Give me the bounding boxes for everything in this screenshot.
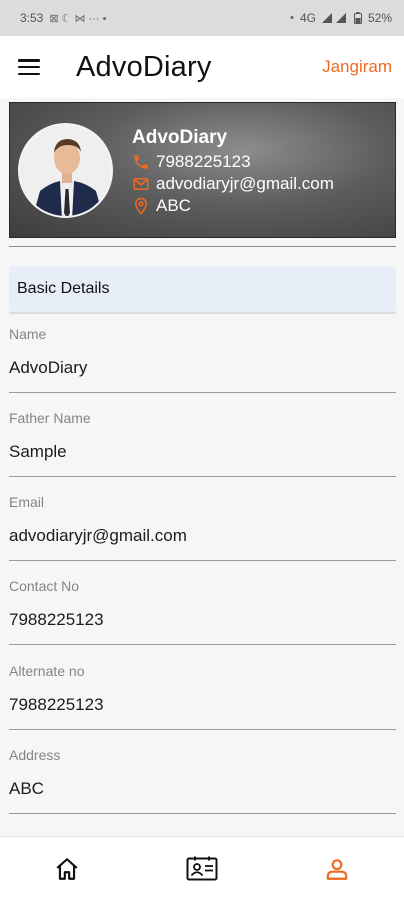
user-name[interactable]: Jangiram (322, 57, 392, 77)
signal-strength-icon (321, 13, 346, 23)
profile-location-row: ABC (132, 195, 334, 217)
menu-icon[interactable] (18, 59, 40, 75)
network-type: 4G (299, 11, 316, 25)
status-bar: 3:53 ⊠ ☾ ⋈ ··· • • 4G 52% (0, 0, 404, 36)
profile-location: ABC (156, 196, 191, 215)
profile-phone: 7988225123 (156, 152, 251, 171)
profile-info: AdvoDiary 7988225123 advodiaryjr@gmail.c… (132, 127, 334, 217)
notification-icons: ⊠ ☾ ⋈ ··· • (49, 12, 107, 25)
person-icon (326, 858, 347, 880)
nav-profile[interactable] (307, 847, 367, 891)
field-email: Email advodiaryjr@gmail.com (9, 494, 396, 561)
app-title: AdvoDiary (76, 50, 212, 83)
profile-phone-row: 7988225123 (132, 151, 334, 173)
status-left: 3:53 ⊠ ☾ ⋈ ··· • (20, 11, 107, 25)
status-time: 3:53 (20, 11, 44, 25)
field-label: Father Name (9, 410, 91, 426)
battery-level: 52% (367, 11, 392, 25)
profile-email-row: advodiaryjr@gmail.com (132, 173, 334, 195)
profile-name: AdvoDiary (132, 127, 228, 148)
field-underline (9, 729, 396, 730)
field-label: Contact No (9, 578, 80, 594)
app-bar: AdvoDiary Jangiram (0, 36, 404, 98)
status-right: • 4G 52% (290, 11, 392, 25)
field-value: 7988225123 (9, 695, 104, 714)
bottom-nav (0, 836, 404, 900)
field-label: Address (9, 747, 61, 763)
field-name: Name AdvoDiary (9, 326, 396, 393)
field-value: AdvoDiary (9, 358, 88, 377)
field-underline (9, 560, 396, 561)
field-father-name: Father Name Sample (9, 410, 396, 477)
field-value: advodiaryjr@gmail.com (9, 526, 187, 545)
signal-icon: • (290, 12, 294, 24)
field-underline (9, 392, 396, 393)
profile-email: advodiaryjr@gmail.com (156, 174, 334, 193)
mail-icon (133, 178, 149, 190)
field-contact-no: Contact No 7988225123 (9, 578, 396, 645)
field-underline (9, 813, 396, 814)
field-label: Name (9, 326, 47, 342)
profile-card: AdvoDiary 7988225123 advodiaryjr@gmail.c… (9, 102, 396, 238)
field-underline (9, 476, 396, 477)
field-underline (9, 644, 396, 645)
contact-card-icon (186, 856, 218, 880)
section-divider (9, 312, 396, 314)
field-alternate-no: Alternate no 7988225123 (9, 663, 396, 730)
field-value: ABC (9, 779, 44, 798)
section-header: Basic Details (9, 266, 396, 312)
field-value: 7988225123 (9, 610, 104, 629)
field-value: Sample (9, 442, 67, 461)
field-address: Address ABC (9, 747, 396, 814)
location-pin-icon (134, 197, 148, 215)
avatar (18, 123, 113, 218)
nav-home[interactable] (37, 847, 97, 891)
field-label: Email (9, 494, 45, 510)
battery-icon (353, 12, 362, 24)
field-label: Alternate no (9, 663, 85, 679)
phone-icon (134, 155, 148, 169)
card-divider (9, 246, 396, 247)
nav-contacts[interactable] (172, 847, 232, 891)
home-icon (56, 857, 78, 880)
